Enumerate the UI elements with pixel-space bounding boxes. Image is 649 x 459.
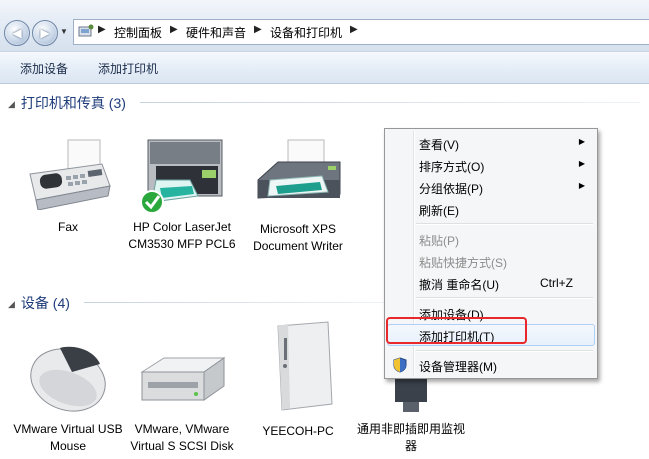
- menu-item-label: 分组依据(P): [419, 182, 483, 196]
- menu-separator: [416, 223, 593, 225]
- breadcrumb[interactable]: ▶ 控制面板 ▶ 硬件和声音 ▶ 设备和打印机 ▶: [73, 19, 649, 45]
- device-label: 通用非即插即用监视器: [356, 422, 465, 453]
- menu-item-undo-rename[interactable]: 撤消 重命名(U) Ctrl+Z: [387, 272, 595, 294]
- group-divider: [84, 302, 384, 303]
- device-label: VMware Virtual USB Mouse: [13, 422, 123, 453]
- collapse-triangle-icon[interactable]: ◢: [8, 99, 15, 109]
- menu-item-label: 粘贴快捷方式(S): [419, 256, 507, 270]
- breadcrumb-separator-icon[interactable]: ▶: [254, 24, 262, 35]
- collapse-triangle-icon[interactable]: ◢: [8, 299, 15, 309]
- printers-group-title: 打印机和传真 (3): [20, 95, 126, 111]
- address-bar: ◀ ▶ ▼ ▶ 控制面板 ▶ 硬件和声音 ▶ 设备和打印机 ▶: [0, 0, 649, 52]
- fax-icon: [29, 139, 111, 211]
- menu-item-paste-shortcut[interactable]: 粘贴快捷方式(S): [387, 250, 595, 272]
- device-label: YEECOH-PC: [262, 424, 334, 438]
- computer-icon: [277, 321, 333, 411]
- group-divider: [140, 102, 640, 103]
- menu-shortcut-label: Ctrl+Z: [540, 276, 573, 290]
- submenu-arrow-icon: ▶: [578, 137, 585, 146]
- device-label: Microsoft XPS Document Writer: [253, 222, 343, 253]
- breadcrumb-separator-icon[interactable]: ▶: [350, 24, 358, 35]
- menu-item-label: 粘贴(P): [419, 234, 459, 248]
- add-device-button[interactable]: 添加设备: [20, 60, 68, 77]
- devices-group-title: 设备 (4): [20, 295, 70, 311]
- breadcrumb-separator-icon[interactable]: ▶: [170, 24, 178, 35]
- device-item-fax[interactable]: Fax: [13, 134, 123, 236]
- breadcrumb-control-panel[interactable]: 控制面板: [114, 24, 162, 41]
- mouse-icon: [30, 346, 106, 412]
- back-button[interactable]: ◀: [4, 20, 30, 46]
- add-printer-button[interactable]: 添加打印机: [98, 60, 158, 77]
- device-label: HP Color LaserJet CM3530 MFP PCL6: [128, 220, 236, 251]
- device-item-usb-mouse[interactable]: VMware Virtual USB Mouse: [13, 336, 123, 455]
- device-item-xps-writer[interactable]: Microsoft XPS Document Writer: [243, 136, 353, 255]
- breadcrumb-devices-printers[interactable]: 设备和打印机: [270, 24, 342, 41]
- device-label: Fax: [57, 220, 78, 234]
- devices-group-header[interactable]: ◢ 设备 (4): [8, 293, 70, 313]
- highlight-annotation: [386, 317, 527, 344]
- menu-item-refresh[interactable]: 刷新(E): [387, 198, 595, 220]
- forward-button[interactable]: ▶: [32, 20, 58, 46]
- menu-item-label: 设备管理器(M): [419, 360, 497, 374]
- menu-separator: [416, 350, 593, 352]
- menu-item-label: 刷新(E): [419, 204, 459, 218]
- device-label: VMware, VMware Virtual S SCSI Disk: [130, 422, 234, 453]
- back-arrow-icon: ◀: [12, 26, 22, 40]
- printer-icon: [257, 139, 341, 199]
- device-item-yeecoh-pc[interactable]: YEECOH-PC: [243, 318, 353, 440]
- breadcrumb-separator-icon[interactable]: ▶: [98, 24, 106, 35]
- control-panel-icon: [78, 24, 94, 37]
- printers-group-header[interactable]: ◢ 打印机和传真 (3): [8, 93, 126, 113]
- submenu-arrow-icon: ▶: [578, 181, 585, 190]
- menu-item-group-by[interactable]: 分组依据(P) ▶: [387, 176, 595, 198]
- device-item-scsi-disk[interactable]: VMware, VMware Virtual S SCSI Disk: [127, 336, 237, 455]
- recent-pages-dropdown-icon[interactable]: ▼: [60, 27, 68, 36]
- forward-arrow-icon: ▶: [40, 26, 50, 40]
- menu-item-view[interactable]: 查看(V) ▶: [387, 132, 595, 154]
- menu-item-label: 排序方式(O): [419, 160, 485, 174]
- device-item-hp-color-laserjet[interactable]: HP Color LaserJet CM3530 MFP PCL6: [127, 132, 237, 253]
- menu-item-label: 查看(V): [419, 138, 459, 152]
- printer-default-icon: [140, 139, 223, 214]
- menu-item-label: 撤消 重命名(U): [419, 278, 499, 292]
- menu-separator: [416, 297, 593, 299]
- command-bar: 添加设备 添加打印机: [0, 52, 649, 84]
- submenu-arrow-icon: ▶: [578, 159, 585, 168]
- shield-icon: [393, 357, 407, 373]
- breadcrumb-hardware-sound[interactable]: 硬件和声音: [186, 24, 246, 41]
- menu-item-paste[interactable]: 粘贴(P): [387, 228, 595, 250]
- menu-item-sort[interactable]: 排序方式(O) ▶: [387, 154, 595, 176]
- menu-item-device-manager[interactable]: 设备管理器(M): [387, 354, 595, 376]
- disk-icon: [140, 357, 226, 401]
